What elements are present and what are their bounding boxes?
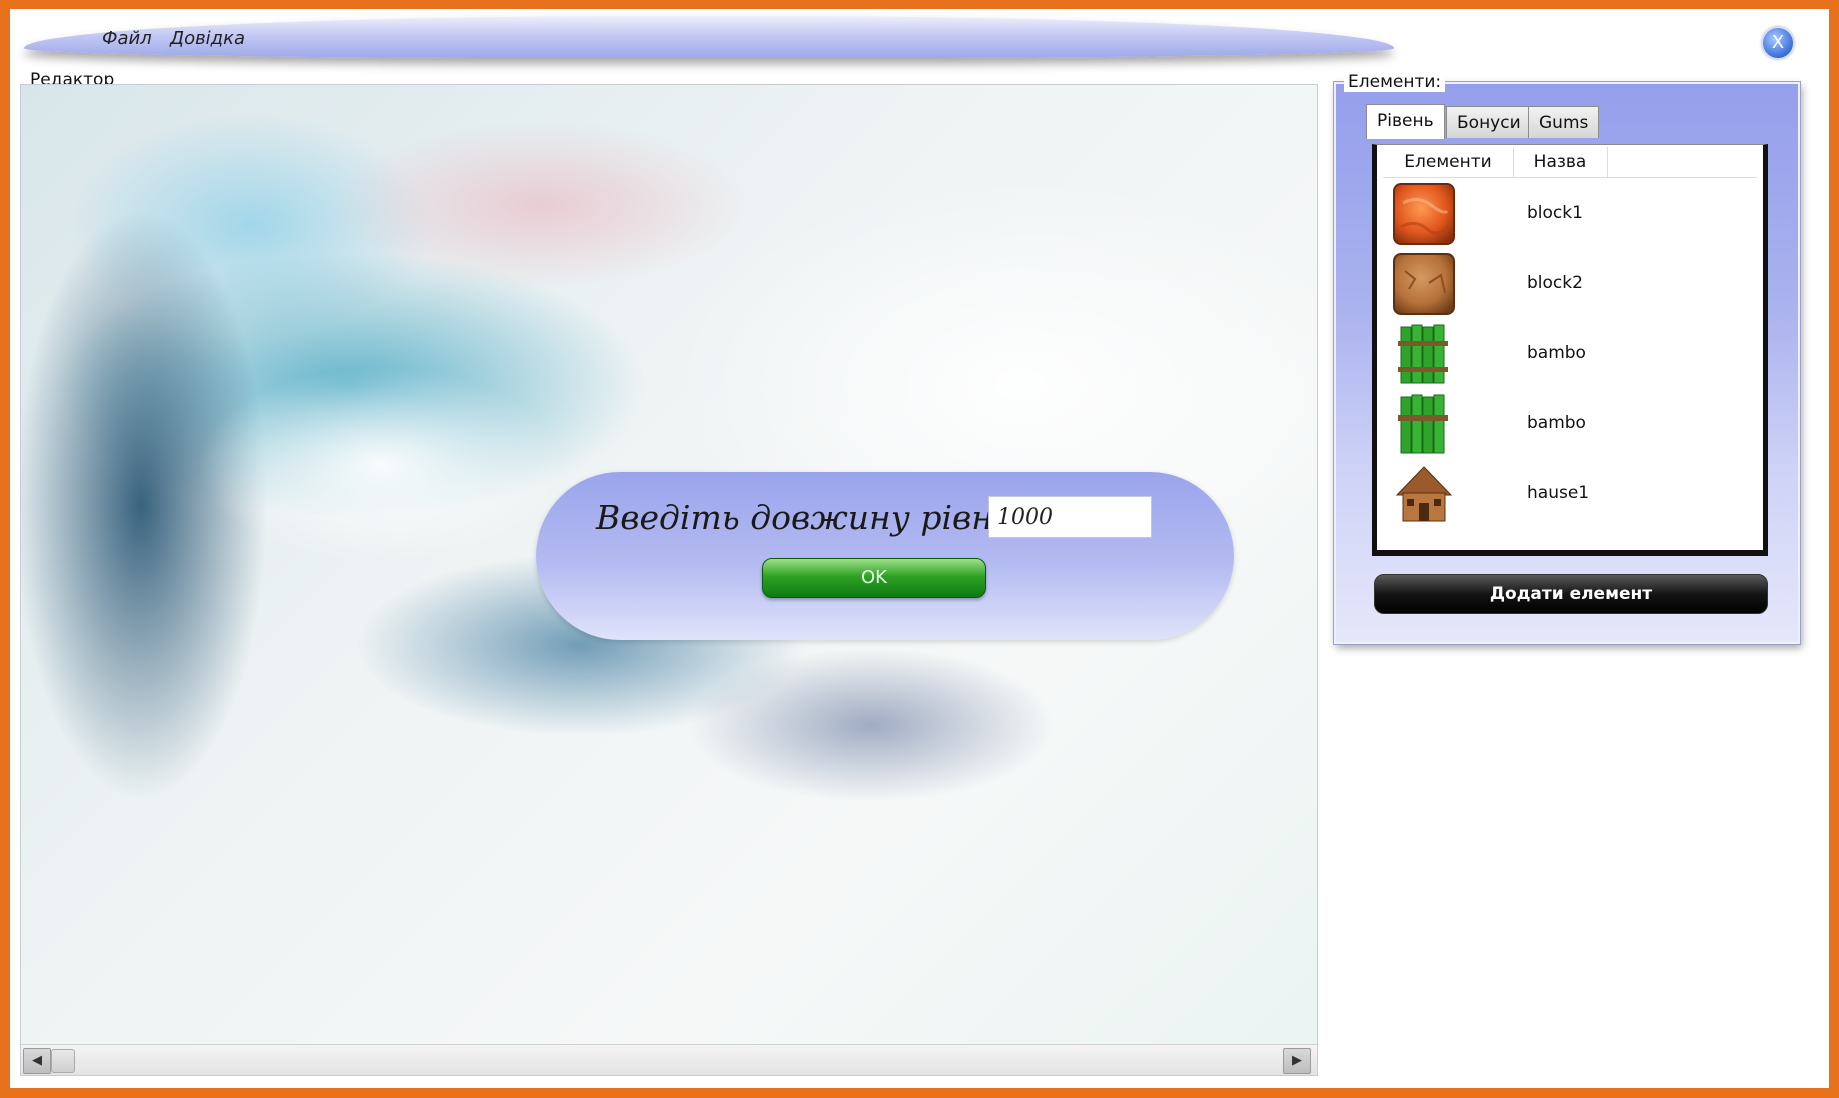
item-name: hause1 (1527, 483, 1590, 503)
panel-title: Елементи: (1344, 72, 1446, 92)
scroll-right-button[interactable]: ▶ (1283, 1048, 1311, 1074)
tab-bonuses[interactable]: Бонуси (1446, 106, 1532, 138)
list-item[interactable]: block1 (1383, 181, 1763, 249)
add-element-button[interactable]: Додати елемент (1374, 574, 1768, 614)
level-length-dialog: Введіть довжину рівня: OK (536, 472, 1234, 640)
scroll-right-icon: ▶ (1292, 1053, 1302, 1068)
tab-gums[interactable]: Gums (1528, 106, 1600, 138)
item-name: bambo (1527, 343, 1586, 363)
list-item[interactable]: bambo (1383, 321, 1763, 389)
level-length-input[interactable] (988, 496, 1152, 538)
brown-block-icon (1393, 253, 1455, 315)
bamboo-icon (1398, 324, 1448, 384)
ok-button[interactable]: OK (762, 558, 986, 598)
dialog-prompt: Введіть довжину рівня: (596, 498, 1026, 537)
elements-list[interactable]: Елементи Назва block1 block2 bambo bambo… (1372, 144, 1768, 556)
column-name[interactable]: Назва (1513, 147, 1608, 177)
orange-block-icon (1393, 183, 1455, 245)
menu-bar: Файл Довідка (24, 16, 1394, 58)
house-icon (1395, 466, 1453, 522)
tab-level[interactable]: Рівень (1366, 104, 1445, 139)
scroll-left-icon: ◀ (32, 1053, 42, 1068)
menu-help[interactable]: Довідка (170, 28, 245, 49)
close-icon: X (1771, 32, 1785, 53)
item-name: block1 (1527, 203, 1583, 223)
horizontal-scrollbar[interactable]: ◀ ▶ (21, 1044, 1317, 1075)
item-name: block2 (1527, 273, 1583, 293)
close-button[interactable]: X (1762, 27, 1794, 59)
scroll-thumb[interactable] (51, 1049, 75, 1073)
scroll-left-button[interactable]: ◀ (23, 1048, 51, 1074)
list-header: Елементи Назва (1383, 147, 1757, 178)
item-name: bambo (1527, 413, 1586, 433)
menu-file[interactable]: Файл (102, 28, 152, 49)
column-elements[interactable]: Елементи (1383, 147, 1514, 177)
bamboo-icon (1398, 394, 1448, 454)
list-item[interactable]: hause1 (1383, 461, 1763, 529)
elements-panel: Елементи: Рівень Бонуси Gums Елементи На… (1334, 72, 1800, 644)
list-item[interactable]: bambo (1383, 391, 1763, 459)
list-item[interactable]: block2 (1383, 251, 1763, 319)
